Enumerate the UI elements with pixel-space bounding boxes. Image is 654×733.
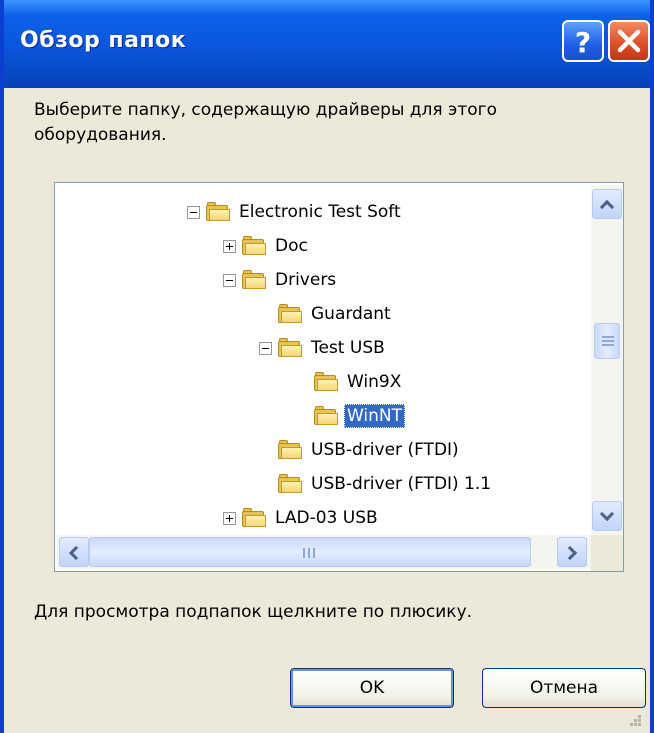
chevron-down-icon (599, 506, 615, 522)
tree-item-label[interactable]: WinNT (344, 404, 406, 428)
tree-item[interactable]: Electronic Test Soft (187, 197, 404, 227)
tree-item-label[interactable]: LAD-03 USB (272, 506, 381, 530)
tree-item[interactable]: USB-driver (FTDI) 1.1 (278, 469, 494, 499)
chevron-up-icon (599, 199, 615, 215)
folder-icon (278, 338, 302, 358)
scroll-up-button[interactable] (592, 189, 622, 219)
close-button[interactable] (608, 20, 650, 62)
resize-grip[interactable] (628, 713, 642, 727)
question-mark-icon: ? (575, 26, 591, 59)
help-button[interactable]: ? (562, 20, 604, 62)
tree-item[interactable]: Guardant (278, 299, 394, 329)
instruction-text: Выберите папку, содержащую драйверы для … (34, 100, 498, 145)
horizontal-scrollbar[interactable] (57, 535, 591, 569)
cancel-button[interactable]: Отмена (482, 668, 646, 708)
scroll-left-button[interactable] (59, 537, 89, 567)
collapse-minus-icon[interactable] (187, 205, 200, 219)
tree-item-label[interactable]: Guardant (308, 302, 394, 326)
scrollbar-corner (591, 535, 623, 571)
tree-item-label[interactable]: USB-driver (FTDI) (308, 438, 462, 462)
scroll-right-button[interactable] (557, 537, 587, 567)
collapse-minus-icon[interactable] (259, 341, 272, 355)
folder-icon (242, 270, 266, 290)
folder-icon (314, 372, 338, 392)
vertical-scroll-thumb[interactable] (594, 323, 620, 359)
folder-icon (242, 236, 266, 256)
tree-item[interactable]: USB-driver (FTDI) (278, 435, 462, 465)
svg-text:?: ? (575, 26, 591, 59)
hint-text: Для просмотра подпапок щелкните по плюси… (34, 602, 473, 622)
vertical-scrollbar[interactable] (591, 185, 623, 535)
browse-folders-dialog: Обзор папок ? Выберите папку, содержащую… (0, 0, 654, 733)
close-x-icon (617, 29, 641, 53)
folder-icon (206, 202, 230, 222)
tree-item-label[interactable]: Test USB (308, 336, 388, 360)
expand-plus-icon[interactable] (223, 239, 236, 253)
scroll-down-button[interactable] (592, 501, 622, 531)
tree-item-label[interactable]: USB-driver (FTDI) 1.1 (308, 472, 494, 496)
horizontal-scroll-thumb[interactable] (89, 537, 531, 567)
tree-item-label[interactable]: Doc (272, 234, 311, 258)
tree-item-label[interactable]: Drivers (272, 268, 339, 292)
folder-icon (242, 508, 266, 528)
folder-icon (278, 474, 302, 494)
tree-item[interactable]: Drivers (223, 265, 339, 295)
tree-item[interactable]: Win9X (314, 367, 404, 397)
ok-button[interactable]: OK (290, 668, 454, 708)
expand-plus-icon[interactable] (223, 511, 236, 525)
chevron-right-icon (562, 545, 578, 561)
tree-item[interactable]: Doc (223, 231, 311, 261)
chevron-left-icon (68, 545, 84, 561)
folder-icon (278, 440, 302, 460)
title-bar[interactable]: Обзор папок ? (4, 0, 650, 88)
tree-item[interactable]: LAD-03 USB (223, 503, 381, 533)
open-folder-icon (314, 406, 338, 426)
collapse-minus-icon[interactable] (223, 273, 236, 287)
window-title: Обзор папок (20, 28, 187, 53)
tree-item[interactable]: WinNT (314, 401, 406, 431)
folder-icon (278, 304, 302, 324)
tree-item[interactable]: Test USB (259, 333, 388, 363)
tree-item-label[interactable]: Electronic Test Soft (236, 200, 404, 224)
folder-tree[interactable]: Electronic Test Soft Doc Drivers Guardant Te… (54, 182, 624, 572)
tree-item-label[interactable]: Win9X (344, 370, 404, 394)
